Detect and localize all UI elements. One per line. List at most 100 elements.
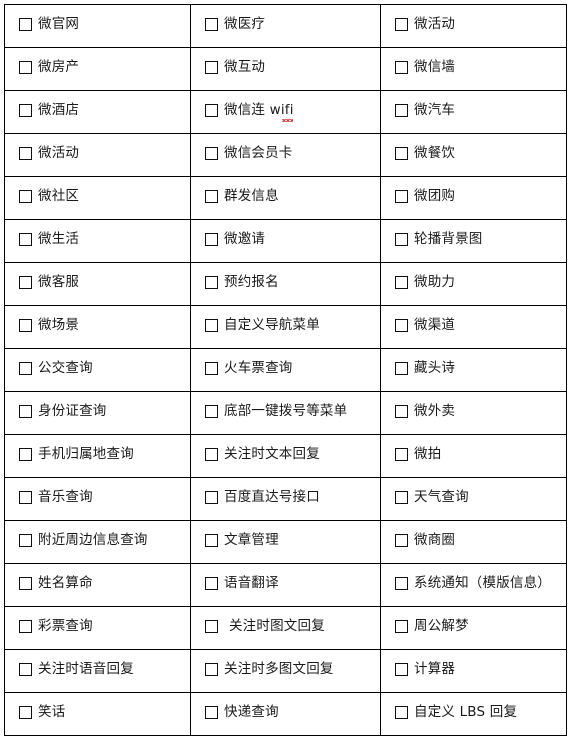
feature-cell[interactable]: 关注时文本回复 — [190, 434, 381, 478]
feature-option[interactable]: 关注时多图文回复 — [205, 661, 334, 678]
unchecked-checkbox-icon[interactable] — [19, 362, 32, 376]
feature-cell[interactable]: 微信会员卡 — [190, 133, 381, 177]
unchecked-checkbox-icon[interactable] — [205, 663, 218, 677]
feature-cell[interactable]: 微社区 — [4, 176, 191, 220]
feature-option[interactable]: 快递查询 — [205, 704, 279, 721]
feature-option[interactable]: 姓名算命 — [19, 575, 93, 592]
feature-cell[interactable]: 微场景 — [4, 305, 191, 349]
feature-option[interactable]: 自定义导航菜单 — [205, 317, 320, 334]
feature-cell[interactable]: 周公解梦 — [380, 606, 567, 650]
feature-cell[interactable]: 系统通知（模版信息） — [380, 563, 567, 607]
feature-option[interactable]: 微官网 — [19, 16, 79, 33]
unchecked-checkbox-icon[interactable] — [205, 534, 218, 548]
feature-cell[interactable]: 微官网 — [4, 4, 191, 48]
unchecked-checkbox-icon[interactable] — [395, 104, 408, 118]
feature-cell[interactable]: 附近周边信息查询 — [4, 520, 191, 564]
unchecked-checkbox-icon[interactable] — [19, 233, 32, 247]
feature-cell[interactable]: 微活动 — [4, 133, 191, 177]
feature-option[interactable]: 群发信息 — [205, 188, 279, 205]
feature-cell[interactable]: 微汽车 — [380, 90, 567, 134]
feature-option[interactable]: 藏头诗 — [395, 360, 455, 377]
feature-cell[interactable]: 微生活 — [4, 219, 191, 263]
feature-cell[interactable]: 底部一键拨号等菜单 — [190, 391, 381, 435]
feature-cell[interactable]: 身份证查询 — [4, 391, 191, 435]
feature-option[interactable]: 彩票查询 — [19, 618, 93, 635]
feature-option[interactable]: 微客服 — [19, 274, 79, 291]
unchecked-checkbox-icon[interactable] — [395, 620, 408, 634]
feature-cell[interactable]: 轮播背景图 — [380, 219, 567, 263]
unchecked-checkbox-icon[interactable] — [395, 190, 408, 204]
feature-option[interactable]: 微场景 — [19, 317, 79, 334]
feature-cell[interactable]: 关注时语音回复 — [4, 649, 191, 693]
unchecked-checkbox-icon[interactable] — [19, 491, 32, 505]
feature-option[interactable]: 关注时文本回复 — [205, 446, 320, 463]
feature-cell[interactable]: 姓名算命 — [4, 563, 191, 607]
feature-cell[interactable]: 微活动 — [380, 4, 567, 48]
feature-option[interactable]: 微渠道 — [395, 317, 455, 334]
feature-cell[interactable]: 微邀请 — [190, 219, 381, 263]
feature-option[interactable]: 微活动 — [395, 16, 455, 33]
feature-option[interactable]: 语音翻译 — [205, 575, 279, 592]
unchecked-checkbox-icon[interactable] — [205, 620, 218, 634]
feature-option[interactable]: 周公解梦 — [395, 618, 469, 635]
unchecked-checkbox-icon[interactable] — [19, 190, 32, 204]
feature-option[interactable]: 微医疗 — [205, 16, 265, 33]
feature-cell[interactable]: 预约报名 — [190, 262, 381, 306]
feature-cell[interactable]: 微外卖 — [380, 391, 567, 435]
feature-option[interactable]: 底部一键拨号等菜单 — [205, 403, 347, 420]
unchecked-checkbox-icon[interactable] — [205, 104, 218, 118]
feature-option[interactable]: 微信墙 — [395, 59, 455, 76]
feature-option[interactable]: 附近周边信息查询 — [19, 532, 148, 549]
feature-option[interactable]: 微外卖 — [395, 403, 455, 420]
feature-option[interactable]: 微信会员卡 — [205, 145, 293, 162]
feature-option[interactable]: 百度直达号接口 — [205, 489, 320, 506]
feature-cell[interactable]: 天气查询 — [380, 477, 567, 521]
feature-option[interactable]: 预约报名 — [205, 274, 279, 291]
feature-option[interactable]: 天气查询 — [395, 489, 469, 506]
feature-cell[interactable]: 语音翻译 — [190, 563, 381, 607]
feature-cell[interactable]: 微互动 — [190, 47, 381, 91]
feature-cell[interactable]: 微团购 — [380, 176, 567, 220]
feature-option[interactable]: 微拍 — [395, 446, 441, 463]
unchecked-checkbox-icon[interactable] — [19, 534, 32, 548]
unchecked-checkbox-icon[interactable] — [205, 18, 218, 32]
feature-option[interactable]: 微团购 — [395, 188, 455, 205]
feature-cell[interactable]: 微医疗 — [190, 4, 381, 48]
feature-cell[interactable]: 藏头诗 — [380, 348, 567, 392]
unchecked-checkbox-icon[interactable] — [395, 706, 408, 720]
feature-cell[interactable]: 微酒店 — [4, 90, 191, 134]
feature-cell[interactable]: 文章管理 — [190, 520, 381, 564]
feature-cell[interactable]: 微助力 — [380, 262, 567, 306]
unchecked-checkbox-icon[interactable] — [205, 448, 218, 462]
feature-cell[interactable]: 计算器 — [380, 649, 567, 693]
unchecked-checkbox-icon[interactable] — [395, 147, 408, 161]
feature-option[interactable]: 关注时语音回复 — [19, 661, 134, 678]
unchecked-checkbox-icon[interactable] — [395, 233, 408, 247]
unchecked-checkbox-icon[interactable] — [19, 18, 32, 32]
feature-option[interactable]: 火车票查询 — [205, 360, 293, 377]
unchecked-checkbox-icon[interactable] — [19, 276, 32, 290]
feature-option[interactable]: 微邀请 — [205, 231, 265, 248]
feature-option[interactable]: 微信连 wifi — [205, 102, 294, 122]
unchecked-checkbox-icon[interactable] — [19, 104, 32, 118]
feature-cell[interactable]: 关注时图文回复 — [190, 606, 381, 650]
feature-option[interactable]: 笑话 — [19, 704, 65, 721]
feature-option[interactable]: 计算器 — [395, 661, 455, 678]
unchecked-checkbox-icon[interactable] — [395, 405, 408, 419]
feature-option[interactable]: 关注时图文回复 — [205, 618, 325, 635]
unchecked-checkbox-icon[interactable] — [19, 448, 32, 462]
feature-option[interactable]: 微房产 — [19, 59, 79, 76]
feature-cell[interactable]: 微拍 — [380, 434, 567, 478]
feature-option[interactable]: 微商圈 — [395, 532, 455, 549]
unchecked-checkbox-icon[interactable] — [19, 405, 32, 419]
unchecked-checkbox-icon[interactable] — [19, 577, 32, 591]
unchecked-checkbox-icon[interactable] — [205, 319, 218, 333]
unchecked-checkbox-icon[interactable] — [205, 61, 218, 75]
unchecked-checkbox-icon[interactable] — [19, 61, 32, 75]
unchecked-checkbox-icon[interactable] — [19, 620, 32, 634]
unchecked-checkbox-icon[interactable] — [205, 190, 218, 204]
feature-option[interactable]: 微社区 — [19, 188, 79, 205]
feature-cell[interactable]: 自定义 LBS 回复 — [380, 692, 567, 736]
feature-cell[interactable]: 微渠道 — [380, 305, 567, 349]
unchecked-checkbox-icon[interactable] — [205, 276, 218, 290]
